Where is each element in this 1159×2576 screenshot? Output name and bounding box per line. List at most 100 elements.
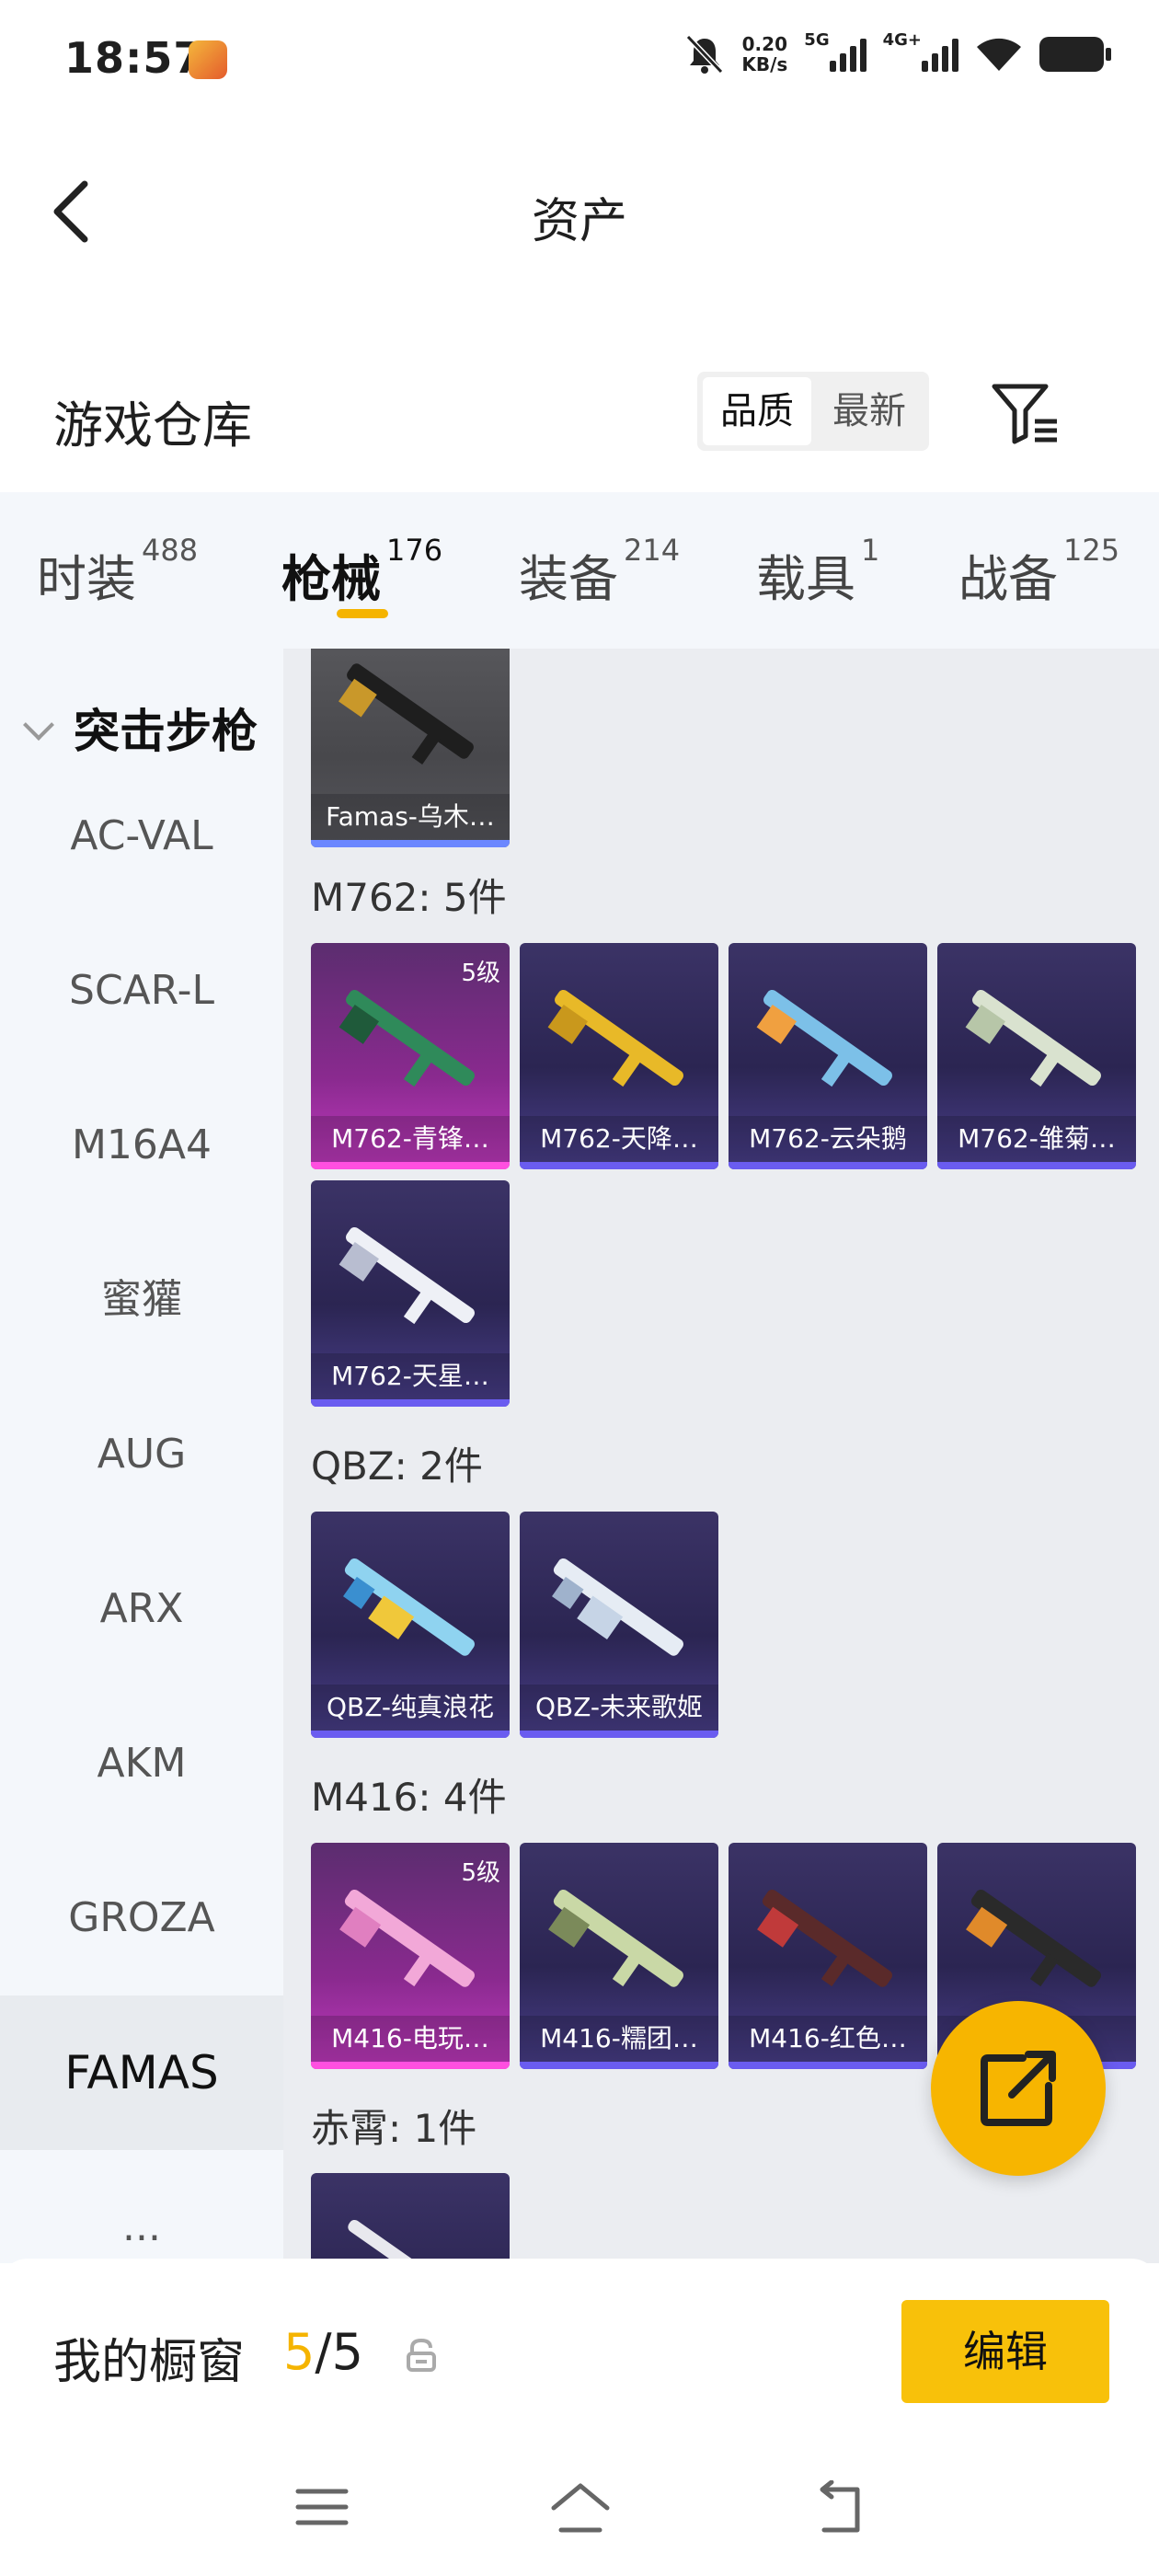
back-nav-icon[interactable] xyxy=(811,2480,866,2536)
battery-icon xyxy=(1039,37,1111,72)
skin-card[interactable]: QBZ-纯真浪花 xyxy=(311,1512,510,1738)
skin-card[interactable]: M762-云朵鹅 xyxy=(729,943,927,1169)
system-nav-bar xyxy=(0,2447,1159,2576)
sidebar-item-m16a4[interactable]: M16A4 xyxy=(0,1068,283,1223)
skin-name: Famas-乌木… xyxy=(311,794,510,840)
sidebar-group-assault-rifle[interactable]: 突击步枪 xyxy=(22,695,258,761)
skin-card[interactable]: QBZ-未来歌姬 xyxy=(520,1512,718,1738)
warehouse-title: 游戏仓库 xyxy=(53,397,252,454)
tab-guns-label: 枪械 xyxy=(281,550,381,608)
page-title: 资产 xyxy=(531,194,627,249)
showcase-total: 5 xyxy=(331,2323,363,2381)
weapon-sidebar: 突击步枪 AC-VAL SCAR-L M16A4 蜜獾 AUG ARX AKM … xyxy=(0,649,283,2263)
rifle-skin-image xyxy=(339,663,474,765)
sidebar-item-ac-val[interactable]: AC-VAL xyxy=(0,759,283,914)
rifle-skin-image xyxy=(966,1889,1101,1987)
home-icon[interactable] xyxy=(548,2480,613,2536)
tab-fashion[interactable]: 时装 488 xyxy=(37,533,198,611)
share-button[interactable] xyxy=(931,2001,1106,2176)
rarity-bar xyxy=(729,2062,927,2069)
wifi-icon xyxy=(977,38,1021,71)
rarity-bar xyxy=(729,1162,927,1169)
sidebar-item-groza[interactable]: GROZA xyxy=(0,1841,283,1995)
showcase-title: 我的橱窗 xyxy=(53,2335,246,2390)
tab-equipment[interactable]: 装备 214 xyxy=(519,533,680,611)
showcase-count: 5/5 xyxy=(283,2323,363,2381)
sidebar-item-honey-badger[interactable]: 蜜獾 xyxy=(0,1223,283,1377)
skin-name: M762-云朵鹅 xyxy=(729,1116,927,1162)
tab-equipment-count: 214 xyxy=(624,533,681,568)
rarity-bar xyxy=(520,2062,718,2069)
skin-card[interactable]: M762-雏菊… xyxy=(937,943,1136,1169)
game-app-icon xyxy=(189,40,227,79)
group-label-qbz: QBZ: 2件 xyxy=(311,1443,483,1489)
menu-icon[interactable] xyxy=(294,2484,350,2530)
rifle-skin-image xyxy=(343,1558,475,1656)
rarity-bar xyxy=(937,1162,1136,1169)
skin-card[interactable] xyxy=(311,2173,510,2263)
sidebar-item-aug[interactable]: AUG xyxy=(0,1377,283,1532)
sidebar-item-scar-l[interactable]: SCAR-L xyxy=(0,914,283,1068)
tab-equipment-label: 装备 xyxy=(519,550,618,608)
signal-4g-icon: 4G+ xyxy=(883,30,958,72)
tab-guns[interactable]: 枪械 176 xyxy=(281,533,442,611)
skin-card[interactable]: 5级 M416-电玩… xyxy=(311,1843,510,2069)
showcase-separator: / xyxy=(315,2323,332,2381)
sort-quality-option[interactable]: 品质 xyxy=(703,377,811,445)
lock-icon xyxy=(407,2338,436,2372)
sidebar-item-akm[interactable]: AKM xyxy=(0,1686,283,1841)
edit-button[interactable]: 编辑 xyxy=(901,2300,1109,2403)
rifle-skin-image xyxy=(548,1889,683,1987)
filter-button[interactable] xyxy=(989,381,1062,445)
sidebar-item-arx[interactable]: ARX xyxy=(0,1532,283,1686)
rifle-skin-image xyxy=(339,1226,475,1325)
skin-name: QBZ-纯真浪花 xyxy=(311,1685,510,1731)
rifle-skin-image xyxy=(552,1558,683,1656)
rarity-bar xyxy=(311,1399,510,1407)
skin-card[interactable]: 5级 M762-青锋… xyxy=(311,943,510,1169)
skin-name: M762-青锋… xyxy=(311,1116,510,1162)
skin-card[interactable]: Famas-乌木… xyxy=(311,649,510,847)
skin-name: M762-天降… xyxy=(520,1116,718,1162)
status-bar: 18:57 0.20 KB/s 5G 4G+ xyxy=(0,0,1159,110)
group-label-m762: M762: 5件 xyxy=(311,875,507,920)
skin-name: M416-糯团… xyxy=(520,2016,718,2062)
rarity-bar xyxy=(520,1731,718,1738)
tab-supplies-count: 125 xyxy=(1063,533,1120,568)
tab-fashion-count: 488 xyxy=(142,533,199,568)
group-label-chixiao: 赤霄: 1件 xyxy=(311,2106,477,2151)
tab-fashion-label: 时装 xyxy=(37,550,136,608)
signal-4g-label: 4G+ xyxy=(882,30,922,50)
category-tabs: 时装 488 枪械 176 装备 214 载具 1 战备 125 xyxy=(0,492,1159,649)
rarity-bar xyxy=(520,1162,718,1169)
rarity-bar xyxy=(311,1731,510,1738)
rifle-skin-image xyxy=(757,1889,892,1987)
skin-card[interactable]: M416-红色… xyxy=(729,1843,927,2069)
skin-card[interactable]: M762-天降… xyxy=(520,943,718,1169)
sidebar-item-famas[interactable]: FAMAS xyxy=(0,1995,283,2150)
skin-card[interactable]: M416-糯团… xyxy=(520,1843,718,2069)
tab-supplies-label: 战备 xyxy=(958,550,1058,608)
skin-card[interactable]: M762-天星… xyxy=(311,1180,510,1407)
active-tab-indicator xyxy=(337,609,388,618)
network-speed-value: 0.20 xyxy=(741,33,787,55)
mute-bell-icon xyxy=(686,34,724,75)
tab-vehicles[interactable]: 载具 1 xyxy=(756,533,879,611)
share-icon xyxy=(981,2051,1056,2126)
showcase-current: 5 xyxy=(283,2323,316,2381)
sort-toggle: 品质 最新 xyxy=(697,372,929,451)
chevron-down-icon xyxy=(23,709,54,741)
status-indicators: 0.20 KB/s 5G 4G+ xyxy=(684,30,1111,75)
rifle-skin-image xyxy=(348,2219,475,2263)
sort-latest-option[interactable]: 最新 xyxy=(815,377,924,445)
tab-vehicles-count: 1 xyxy=(861,533,880,568)
rarity-bar xyxy=(311,2062,510,2069)
tab-supplies[interactable]: 战备 125 xyxy=(958,533,1119,611)
status-time: 18:57 xyxy=(64,33,204,83)
network-speed-unit: KB/s xyxy=(741,53,788,75)
sidebar-item-more[interactable]: ... xyxy=(0,2150,283,2263)
filter-icon xyxy=(992,384,1057,444)
tab-vehicles-label: 载具 xyxy=(756,550,855,608)
signal-5g-icon: 5G xyxy=(804,30,866,72)
rifle-skin-image xyxy=(339,989,475,1087)
